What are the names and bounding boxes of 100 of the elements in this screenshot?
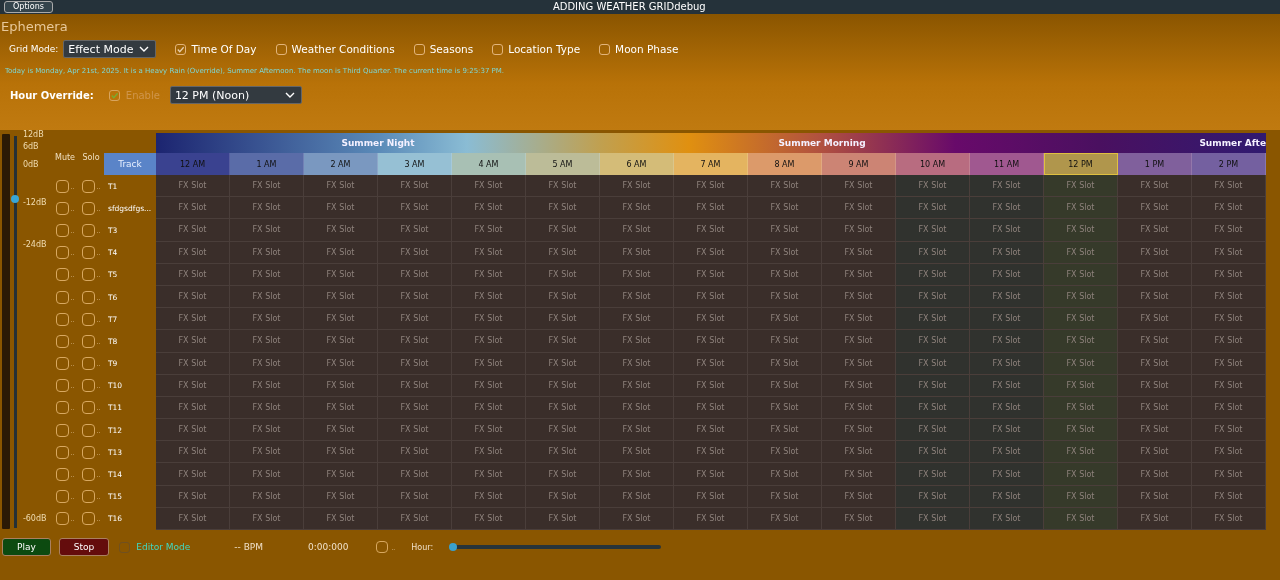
fx-slot-cell[interactable]: FX Slot [1192, 374, 1266, 397]
fx-slot-cell[interactable]: FX Slot [600, 463, 674, 486]
slider-thumb[interactable] [449, 543, 458, 551]
fx-slot-cell[interactable]: FX Slot [304, 308, 378, 331]
fx-slot-cell[interactable]: FX Slot [1192, 507, 1266, 530]
fx-slot-cell[interactable]: FX Slot [822, 175, 896, 198]
fx-slot-cell[interactable]: FX Slot [452, 485, 526, 508]
fx-slot-cell[interactable]: FX Slot [230, 285, 304, 309]
fx-slot-cell[interactable]: FX Slot [230, 330, 304, 353]
fx-slot-cell[interactable]: FX Slot [896, 241, 970, 264]
hour-header[interactable]: 10 AM [896, 153, 970, 175]
fx-slot-cell[interactable]: FX Slot [156, 441, 230, 464]
fx-slot-cell[interactable]: FX Slot [674, 308, 748, 331]
fx-slot-cell[interactable]: FX Slot [674, 241, 748, 264]
solo-checkbox[interactable] [81, 179, 95, 193]
solo-checkbox[interactable] [81, 445, 95, 459]
fx-slot-cell[interactable]: FX Slot [452, 374, 526, 397]
fx-slot-cell[interactable]: FX Slot [1044, 263, 1118, 286]
fx-slot-cell[interactable]: FX Slot [674, 175, 748, 198]
fx-slot-cell[interactable]: FX Slot [1192, 330, 1266, 353]
fx-slot-cell[interactable]: FX Slot [304, 219, 378, 242]
fx-slot-cell[interactable]: FX Slot [600, 219, 674, 242]
fx-slot-cell[interactable]: FX Slot [896, 308, 970, 331]
fx-slot-cell[interactable]: FX Slot [230, 241, 304, 264]
fx-slot-cell[interactable]: FX Slot [748, 352, 822, 375]
fx-slot-cell[interactable]: FX Slot [1118, 441, 1192, 464]
fx-slot-cell[interactable]: FX Slot [1044, 219, 1118, 242]
fx-slot-cell[interactable]: FX Slot [970, 441, 1044, 464]
mute-checkbox[interactable] [55, 290, 69, 304]
mute-checkbox[interactable] [55, 423, 69, 437]
fx-slot-cell[interactable]: FX Slot [452, 352, 526, 375]
fx-slot-cell[interactable]: FX Slot [452, 441, 526, 464]
hour-header[interactable]: 4 AM [452, 153, 526, 175]
fx-slot-cell[interactable]: FX Slot [748, 175, 822, 198]
fx-slot-cell[interactable]: FX Slot [600, 396, 674, 420]
fx-slot-cell[interactable]: FX Slot [304, 197, 378, 220]
fx-slot-cell[interactable]: FX Slot [526, 485, 600, 508]
fx-slot-cell[interactable]: FX Slot [600, 263, 674, 286]
filter-checkbox-label[interactable]: Time Of Day [175, 43, 257, 55]
fx-slot-cell[interactable]: FX Slot [822, 219, 896, 242]
mute-checkbox[interactable] [55, 468, 69, 482]
hour-header[interactable]: 12 PM [1044, 153, 1118, 175]
fx-slot-cell[interactable]: FX Slot [156, 352, 230, 375]
fx-slot-cell[interactable]: FX Slot [1118, 241, 1192, 264]
fx-slot-cell[interactable]: FX Slot [600, 441, 674, 464]
fx-slot-cell[interactable]: FX Slot [822, 330, 896, 353]
solo-checkbox[interactable] [81, 512, 95, 526]
fx-slot-cell[interactable]: FX Slot [378, 285, 452, 309]
fx-slot-cell[interactable]: FX Slot [600, 175, 674, 198]
fx-slot-cell[interactable]: FX Slot [526, 463, 600, 486]
fx-slot-cell[interactable]: FX Slot [526, 241, 600, 264]
fx-slot-cell[interactable]: FX Slot [896, 396, 970, 420]
fx-slot-cell[interactable]: FX Slot [452, 463, 526, 486]
fx-slot-cell[interactable]: FX Slot [304, 396, 378, 420]
filter-checkbox-label[interactable]: Moon Phase [599, 43, 679, 55]
fx-slot-cell[interactable]: FX Slot [526, 396, 600, 420]
hour-header[interactable]: 6 AM [600, 153, 674, 175]
solo-checkbox[interactable] [81, 401, 95, 415]
fx-slot-cell[interactable]: FX Slot [452, 285, 526, 309]
hour-header[interactable]: 1 PM [1118, 153, 1192, 175]
fx-slot-cell[interactable]: FX Slot [896, 197, 970, 220]
fx-slot-cell[interactable]: FX Slot [378, 308, 452, 331]
fx-slot-cell[interactable]: FX Slot [600, 419, 674, 442]
fx-slot-cell[interactable]: FX Slot [1044, 330, 1118, 353]
mute-checkbox[interactable] [55, 379, 69, 393]
fx-slot-cell[interactable]: FX Slot [304, 419, 378, 442]
fx-slot-cell[interactable]: FX Slot [970, 396, 1044, 420]
fx-slot-cell[interactable]: FX Slot [1044, 197, 1118, 220]
fx-slot-cell[interactable]: FX Slot [526, 441, 600, 464]
solo-checkbox[interactable] [81, 223, 95, 237]
fx-slot-cell[interactable]: FX Slot [230, 374, 304, 397]
fx-slot-cell[interactable]: FX Slot [674, 485, 748, 508]
fx-slot-cell[interactable]: FX Slot [156, 263, 230, 286]
fx-slot-cell[interactable]: FX Slot [156, 330, 230, 353]
fx-slot-cell[interactable]: FX Slot [230, 507, 304, 530]
mute-checkbox[interactable] [55, 223, 69, 237]
fx-slot-cell[interactable]: FX Slot [896, 330, 970, 353]
fx-slot-cell[interactable]: FX Slot [674, 419, 748, 442]
fx-slot-cell[interactable]: FX Slot [156, 485, 230, 508]
fx-slot-cell[interactable]: FX Slot [600, 241, 674, 264]
fx-slot-cell[interactable]: FX Slot [1192, 308, 1266, 331]
fx-slot-cell[interactable]: FX Slot [600, 507, 674, 530]
fx-slot-cell[interactable]: FX Slot [230, 396, 304, 420]
fx-slot-cell[interactable]: FX Slot [600, 485, 674, 508]
fx-slot-cell[interactable]: FX Slot [970, 463, 1044, 486]
fx-slot-cell[interactable]: FX Slot [970, 308, 1044, 331]
fx-slot-cell[interactable]: FX Slot [1044, 396, 1118, 420]
mute-checkbox[interactable] [55, 312, 69, 326]
solo-checkbox[interactable] [81, 468, 95, 482]
fx-slot-cell[interactable]: FX Slot [378, 241, 452, 264]
fx-slot-cell[interactable]: FX Slot [1192, 197, 1266, 220]
fx-slot-cell[interactable]: FX Slot [230, 219, 304, 242]
fx-slot-cell[interactable]: FX Slot [822, 507, 896, 530]
mute-checkbox[interactable] [55, 445, 69, 459]
fx-slot-cell[interactable]: FX Slot [600, 330, 674, 353]
fx-slot-cell[interactable]: FX Slot [1118, 374, 1192, 397]
fx-slot-cell[interactable]: FX Slot [1118, 175, 1192, 198]
hour-header[interactable]: 8 AM [748, 153, 822, 175]
fx-slot-cell[interactable]: FX Slot [822, 441, 896, 464]
fx-slot-cell[interactable]: FX Slot [970, 219, 1044, 242]
